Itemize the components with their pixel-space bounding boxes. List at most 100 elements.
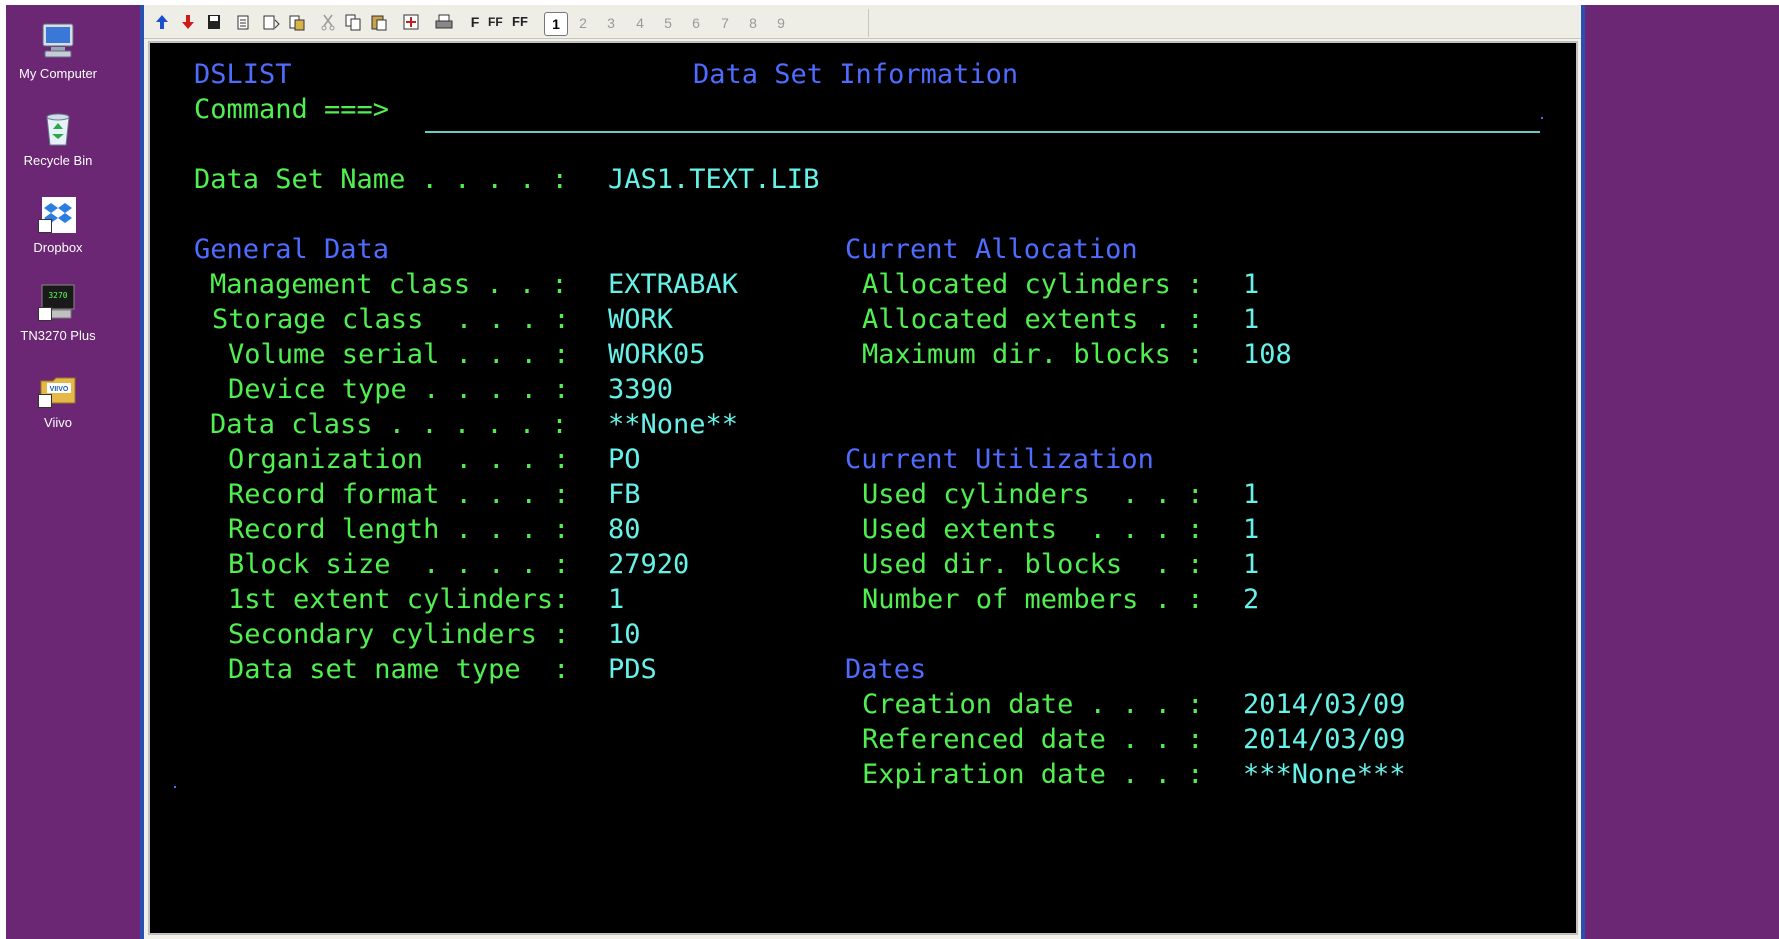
field-label: Storage class . . . : [212,304,570,335]
toolbar: F FF FF 1 2 3 4 5 6 7 8 9 [144,5,1581,39]
panel-id: DSLIST [194,59,292,90]
session-page-5[interactable]: 5 [657,13,679,33]
computer-icon [42,23,74,58]
terminal-frame: DSLIST Data Set Information Command ===>… [148,41,1578,935]
field-label: Expiration date . . : [862,759,1204,790]
field-value: 3390 [608,374,674,405]
field-label: Used extents . . . : [862,514,1204,545]
cursor-dot [174,786,176,788]
copy-icon[interactable] [344,12,362,32]
terminal-screen[interactable]: DSLIST Data Set Information Command ===>… [152,45,1574,931]
session-page-4[interactable]: 4 [629,13,651,33]
field-label: Device type . . . . : [228,374,570,405]
field-value: ***None*** [1243,759,1406,790]
field-label: Used cylinders . . : [862,479,1204,510]
arrow-down-icon[interactable] [180,12,196,32]
field-value: 1 [1243,479,1260,510]
shortcut-arrow-icon [38,394,52,408]
desktop-icon-recycle-bin[interactable]: Recycle Bin [12,107,104,168]
field-value: 108 [1243,339,1292,370]
session-page-1[interactable]: 1 [544,12,568,36]
session-page-9[interactable]: 9 [770,13,792,33]
session-page-2[interactable]: 2 [572,13,594,33]
arrow-up-icon[interactable] [154,12,170,32]
print-text-icon[interactable] [262,12,280,32]
desktop-icon-label: Dropbox [33,240,83,255]
desktop-icon-label: Recycle Bin [23,153,93,168]
viivo-badge: VIIVO [50,386,69,393]
field-label: Data class . . . . . : [210,409,568,440]
shortcut-arrow-icon [38,219,52,233]
field-label: Referenced date . . : [862,724,1204,755]
field-value: 1 [1243,514,1260,545]
field-value: EXTRABAK [608,269,739,300]
toolbar-separator [868,9,869,37]
field-label: 1st extent cylinders: [228,584,570,615]
field-label: Number of members . : [862,584,1204,615]
tn3270-window: F FF FF 1 2 3 4 5 6 7 8 9 DSLIST Data Se… [140,5,1585,939]
session-page-7[interactable]: 7 [714,13,736,33]
field-value: 2014/03/09 [1243,724,1406,755]
current-allocation-heading: Current Allocation [845,234,1138,265]
field-label: Allocated extents . : [862,304,1204,335]
desktop-icon-label: Viivo [44,415,72,430]
printer-icon[interactable] [434,12,454,32]
terminal-badge: 3270 [48,291,67,300]
command-label: Command ===> [194,94,390,125]
field-label: Used dir. blocks . : [862,549,1204,580]
command-input-underline [425,131,1540,133]
panel-title: Data Set Information [693,59,1019,90]
desktop-icon-viivo[interactable]: VIIVO Viivo [12,369,104,430]
field-value: 10 [608,619,641,650]
field-value: PO [608,444,641,475]
session-page-3[interactable]: 3 [600,13,622,33]
zoom-icon[interactable] [402,12,420,32]
shortcut-arrow-icon [38,307,52,321]
field-value: **None** [608,409,739,440]
desktop-icon-label: My Computer [18,66,98,81]
field-value: 80 [608,514,641,545]
paste-icon[interactable] [370,12,388,32]
field-value: WORK [608,304,674,335]
font-small-button[interactable]: FF [512,12,528,32]
field-value: PDS [608,654,657,685]
desktop-icon-dropbox[interactable]: Dropbox [12,194,104,255]
session-page-6[interactable]: 6 [685,13,707,33]
desktop-icon-tn3270-plus[interactable]: 3270 TN3270 Plus [12,282,104,343]
field-value: 1 [1243,269,1260,300]
current-utilization-heading: Current Utilization [845,444,1154,475]
dates-heading: Dates [845,654,927,685]
field-label: Organization . . . : [228,444,570,475]
font-large-button[interactable]: F [468,12,482,32]
save-icon[interactable] [206,12,222,32]
font-medium-button[interactable]: FF [488,12,503,32]
field-value: FB [608,479,641,510]
field-value: 1 [608,584,625,615]
field-label: Block size . . . . : [228,549,570,580]
desktop-icon-my-computer[interactable]: My Computer [12,20,104,81]
field-label: Maximum dir. blocks : [862,339,1204,370]
desktop-icon-label: TN3270 Plus [20,328,96,343]
transfer-icon[interactable] [288,12,306,32]
field-label: Management class . . : [210,269,568,300]
field-label: Secondary cylinders : [228,619,570,650]
cursor-dot [1541,117,1543,119]
dsn-label: Data Set Name . . . . : [194,164,568,195]
session-page-8[interactable]: 8 [742,13,764,33]
copy-screen-icon[interactable] [236,12,254,32]
general-data-heading: General Data [194,234,390,265]
field-value: 1 [1243,549,1260,580]
field-label: Volume serial . . . : [228,339,570,370]
field-value: 2014/03/09 [1243,689,1406,720]
dsn-value: JAS1.TEXT.LIB [608,164,820,195]
field-value: 2 [1243,584,1260,615]
field-label: Creation date . . . : [862,689,1204,720]
field-value: 1 [1243,304,1260,335]
recycle-bin-icon [46,113,70,146]
field-label: Record format . . . : [228,479,570,510]
field-value: 27920 [608,549,690,580]
cut-icon[interactable] [320,12,336,32]
command-input[interactable] [425,92,1540,127]
field-value: WORK05 [608,339,706,370]
field-label: Data set name type : [228,654,570,685]
